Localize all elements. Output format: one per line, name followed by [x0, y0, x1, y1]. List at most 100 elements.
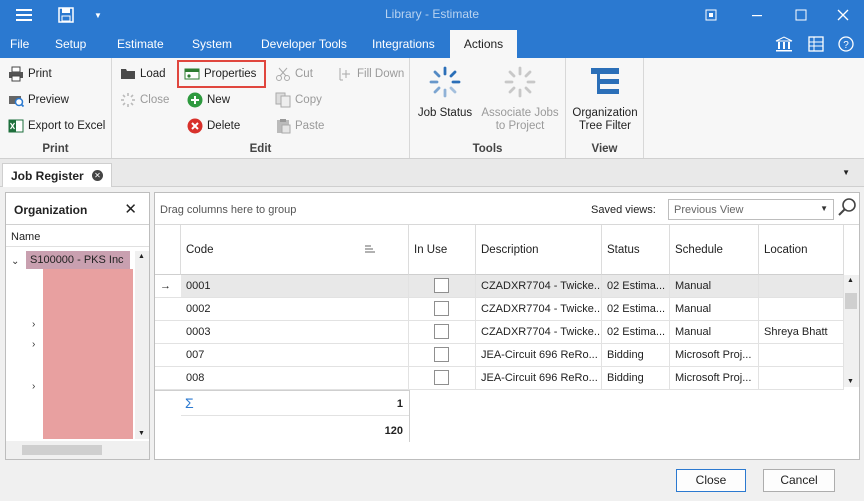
new-button[interactable]: New	[187, 90, 230, 110]
org-tree-filter-button[interactable]: Organization Tree Filter	[570, 64, 640, 133]
grid-vertical-scrollbar[interactable]: ▲ ▼	[844, 275, 859, 387]
column-header-schedule[interactable]: Schedule	[670, 225, 759, 275]
tab-integrations[interactable]: Integrations	[362, 30, 445, 58]
associate-jobs-label: Associate Jobs to Project	[481, 107, 559, 132]
tab-developer-tools[interactable]: Developer Tools	[251, 30, 357, 58]
fill-down-button[interactable]: Fill Down	[337, 64, 404, 84]
vertical-scroll-thumb[interactable]	[845, 293, 857, 309]
table-cell-description[interactable]: CZADXR7704 - Twicke...	[476, 298, 602, 321]
table-cell-code[interactable]: 008	[181, 367, 409, 390]
cut-button[interactable]: Cut	[275, 64, 313, 84]
tab-job-register[interactable]: Job Register ✕	[2, 163, 112, 187]
column-header-code[interactable]: Code	[181, 225, 409, 275]
expand-arrow-icon[interactable]: ›	[32, 319, 42, 330]
collapse-arrow-icon[interactable]: ⌄	[11, 256, 21, 267]
tab-setup[interactable]: Setup	[45, 30, 96, 58]
in-use-checkbox[interactable]	[434, 278, 449, 293]
table-cell-location[interactable]	[759, 367, 844, 390]
tree-vertical-scrollbar[interactable]: ▲ ▼	[135, 251, 149, 439]
table-cell-code[interactable]: 0001	[181, 275, 409, 298]
in-use-checkbox[interactable]	[434, 324, 449, 339]
tab-estimate[interactable]: Estimate	[107, 30, 174, 58]
print-group-label: Print	[42, 143, 69, 155]
table-cell-description[interactable]: JEA-Circuit 696 ReRo...	[476, 344, 602, 367]
load-button[interactable]: Load	[120, 64, 166, 84]
close-button[interactable]: Close	[676, 469, 746, 492]
tab-file[interactable]: File	[0, 30, 39, 58]
minimize-icon[interactable]	[748, 6, 766, 24]
column-header-location[interactable]: Location	[759, 225, 844, 275]
search-icon[interactable]	[837, 197, 857, 219]
table-cell-location[interactable]: Shreya Bhatt	[759, 321, 844, 344]
export-excel-button[interactable]: Export to Excel	[8, 116, 105, 136]
tree-root-node[interactable]: S100000 - PKS Inc	[26, 251, 130, 269]
expand-arrow-icon[interactable]: ›	[32, 339, 42, 350]
paste-button[interactable]: Paste	[275, 116, 324, 136]
tab-system[interactable]: System	[182, 30, 242, 58]
table-cell-code[interactable]: 0003	[181, 321, 409, 344]
in-use-checkbox[interactable]	[434, 301, 449, 316]
table-cell-schedule[interactable]: Manual	[670, 321, 759, 344]
cancel-button[interactable]: Cancel	[763, 469, 835, 492]
maximize-icon[interactable]	[792, 6, 810, 24]
table-cell-description[interactable]: CZADXR7704 - Twicke...	[476, 275, 602, 298]
table-cell-status[interactable]: Bidding	[602, 344, 670, 367]
svg-text:?: ?	[843, 40, 849, 51]
scroll-up-icon[interactable]: ▲	[138, 253, 145, 260]
table-cell-schedule[interactable]: Microsoft Proj...	[670, 367, 759, 390]
table-cell-description[interactable]: CZADXR7704 - Twicke...	[476, 321, 602, 344]
close-panel-icon[interactable]: ✕	[124, 200, 137, 218]
help-icon[interactable]: ?	[836, 34, 856, 54]
name-column-header[interactable]: Name	[6, 225, 149, 247]
table-cell-schedule[interactable]: Microsoft Proj...	[670, 344, 759, 367]
tab-list-dropdown-icon[interactable]: ▼	[842, 168, 850, 177]
job-status-button[interactable]: Job Status	[416, 64, 474, 120]
table-cell-code[interactable]: 007	[181, 344, 409, 367]
table-cell-status[interactable]: Bidding	[602, 367, 670, 390]
table-cell-code[interactable]: 0002	[181, 298, 409, 321]
table-cell-status[interactable]: 02 Estima...	[602, 275, 670, 298]
table-cell-schedule[interactable]: Manual	[670, 275, 759, 298]
preview-icon	[8, 92, 24, 108]
horizontal-scroll-thumb[interactable]	[22, 445, 102, 455]
table-cell-status[interactable]: 02 Estima...	[602, 298, 670, 321]
in-use-checkbox[interactable]	[434, 347, 449, 362]
close-tab-icon[interactable]: ✕	[92, 170, 103, 181]
printer-icon	[8, 66, 24, 82]
column-header-status[interactable]: Status	[602, 225, 670, 275]
table-cell-schedule[interactable]: Manual	[670, 298, 759, 321]
group-by-area[interactable]: Drag columns here to group Saved views: …	[155, 193, 859, 225]
table-cell-location[interactable]	[759, 298, 844, 321]
column-header-in-use[interactable]: In Use	[409, 225, 476, 275]
fill-down-icon	[337, 66, 353, 82]
menu-bar: File Setup Estimate System Developer Too…	[0, 30, 864, 58]
associate-jobs-button[interactable]: Associate Jobs to Project	[480, 64, 560, 133]
tree-horizontal-scrollbar[interactable]	[6, 441, 149, 459]
scroll-down-icon[interactable]: ▼	[138, 430, 145, 437]
table-cell-description[interactable]: JEA-Circuit 696 ReRo...	[476, 367, 602, 390]
delete-button[interactable]: Delete	[187, 116, 240, 136]
scroll-down-icon[interactable]: ▼	[847, 378, 854, 385]
copy-button[interactable]: Copy	[275, 90, 322, 110]
close-job-button[interactable]: Close	[120, 90, 169, 110]
expand-arrow-icon[interactable]: ›	[32, 381, 42, 392]
library-icon[interactable]	[774, 34, 794, 54]
sort-icon[interactable]	[364, 243, 376, 258]
column-header-description[interactable]: Description	[476, 225, 602, 275]
ribbon: Print Preview Export to Excel Print Load…	[0, 58, 864, 159]
job-status-icon	[416, 64, 474, 100]
close-window-icon[interactable]	[834, 6, 852, 24]
restore-window-icon[interactable]	[702, 6, 720, 24]
table-cell-status[interactable]: 02 Estima...	[602, 321, 670, 344]
in-use-checkbox[interactable]	[434, 370, 449, 385]
tab-actions[interactable]: Actions	[450, 30, 517, 58]
print-button[interactable]: Print	[8, 64, 52, 84]
table-cell-location[interactable]	[759, 275, 844, 298]
organization-title: Organization	[14, 203, 88, 217]
table-cell-location[interactable]	[759, 344, 844, 367]
saved-views-select[interactable]: Previous View ▼	[668, 199, 834, 220]
layout-grid-icon[interactable]	[806, 34, 826, 54]
preview-button[interactable]: Preview	[8, 90, 69, 110]
properties-button[interactable]: Properties	[177, 60, 266, 88]
scroll-up-icon[interactable]: ▲	[847, 277, 854, 284]
